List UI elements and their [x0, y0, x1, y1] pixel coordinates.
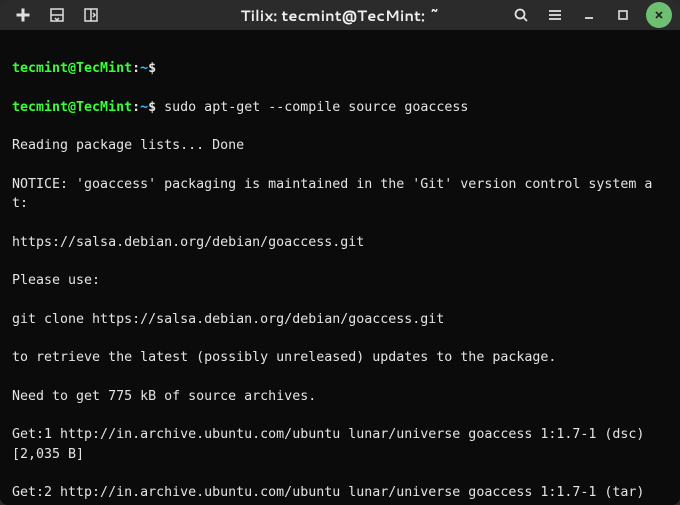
- prompt-user: tecmint@TecMint: [12, 61, 132, 76]
- prompt-line: tecmint@TecMint:~$ sudo apt-get --compil…: [12, 98, 668, 117]
- split-down-button[interactable]: [42, 0, 72, 30]
- output-line: git clone https://salsa.debian.org/debia…: [12, 310, 668, 329]
- output-line: Get:1 http://in.archive.ubuntu.com/ubunt…: [12, 425, 668, 464]
- prompt-dollar: $: [148, 61, 156, 76]
- prompt-path: ~: [140, 100, 148, 115]
- close-button[interactable]: [646, 2, 672, 28]
- close-icon: [653, 9, 665, 21]
- maximize-button[interactable]: [608, 0, 638, 30]
- search-icon: [513, 7, 529, 23]
- hamburger-icon: [547, 7, 563, 23]
- minimize-button[interactable]: [574, 0, 604, 30]
- output-line: Need to get 775 kB of source archives.: [12, 387, 668, 406]
- output-line: Get:2 http://in.archive.ubuntu.com/ubunt…: [12, 483, 668, 505]
- add-terminal-button[interactable]: [8, 0, 38, 30]
- output-line: Reading package lists... Done: [12, 136, 668, 155]
- prompt-path: ~: [140, 61, 148, 76]
- plus-icon: [15, 7, 31, 23]
- terminal-viewport[interactable]: tecmint@TecMint:~$ tecmint@TecMint:~$ su…: [0, 30, 680, 505]
- output-line: https://salsa.debian.org/debian/goaccess…: [12, 233, 668, 252]
- output-line: to retrieve the latest (possibly unrelea…: [12, 348, 668, 367]
- menu-button[interactable]: [540, 0, 570, 30]
- split-down-icon: [49, 7, 65, 23]
- output-line: NOTICE: 'goaccess' packaging is maintain…: [12, 175, 668, 214]
- titlebar-right-group: [506, 0, 672, 30]
- search-button[interactable]: [506, 0, 536, 30]
- maximize-icon: [615, 7, 631, 23]
- command-2: sudo apt-get --compile source goaccess: [164, 100, 468, 115]
- titlebar-left-group: [8, 0, 106, 30]
- split-right-icon: [83, 7, 99, 23]
- terminal-window: Tilix: tecmint@TecMint: ~ tecmint@TecMin…: [0, 0, 680, 505]
- prompt-dollar: $: [148, 100, 156, 115]
- output-line: Please use:: [12, 271, 668, 290]
- minimize-icon: [581, 7, 597, 23]
- prompt-line: tecmint@TecMint:~$: [12, 59, 668, 78]
- prompt-user: tecmint@TecMint: [12, 100, 132, 115]
- titlebar: Tilix: tecmint@TecMint: ~: [0, 0, 680, 30]
- split-right-button[interactable]: [76, 0, 106, 30]
